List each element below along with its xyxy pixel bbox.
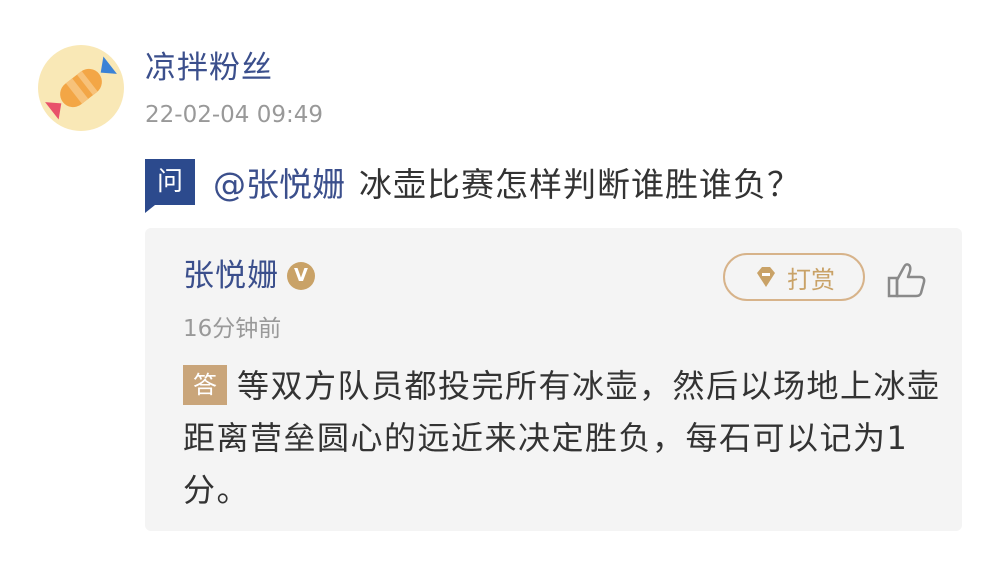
- like-button[interactable]: [885, 258, 929, 302]
- answerer-name[interactable]: 张悦姗: [183, 256, 279, 296]
- answer-text: 等双方队员都投完所有冰壶，然后以场地上冰壶距离营垒圆心的远近来决定胜负，每石可以…: [183, 367, 941, 509]
- mention-link[interactable]: @张悦姗: [213, 158, 345, 206]
- candy-icon: [45, 56, 117, 120]
- question-badge: 问: [145, 159, 195, 213]
- answer-card: 张悦姗 V 16分钟前 打赏 答等双方队员都投完所有冰壶，然后以场地上冰壶距离营…: [145, 228, 962, 531]
- username[interactable]: 凉拌粉丝: [145, 48, 273, 88]
- diamond-icon: [757, 267, 775, 287]
- question-row: 问 @张悦姗 冰壶比赛怎样判断谁胜谁负？: [145, 155, 801, 213]
- post-timestamp: 22-02-04 09:49: [145, 102, 323, 128]
- answer-time: 16分钟前: [183, 316, 282, 342]
- answerer: 张悦姗 V: [183, 256, 315, 296]
- answer-badge: 答: [183, 365, 227, 405]
- thumbs-up-icon: [887, 263, 926, 298]
- tip-button-label: 打赏: [787, 265, 835, 294]
- question-text: 冰壶比赛怎样判断谁胜谁负？: [359, 165, 801, 204]
- user-avatar[interactable]: [38, 45, 124, 131]
- answer-body: 答等双方队员都投完所有冰壶，然后以场地上冰壶距离营垒圆心的远近来决定胜负，每石可…: [183, 360, 943, 516]
- tip-button[interactable]: 打赏: [723, 253, 865, 301]
- verified-badge: V: [287, 262, 315, 290]
